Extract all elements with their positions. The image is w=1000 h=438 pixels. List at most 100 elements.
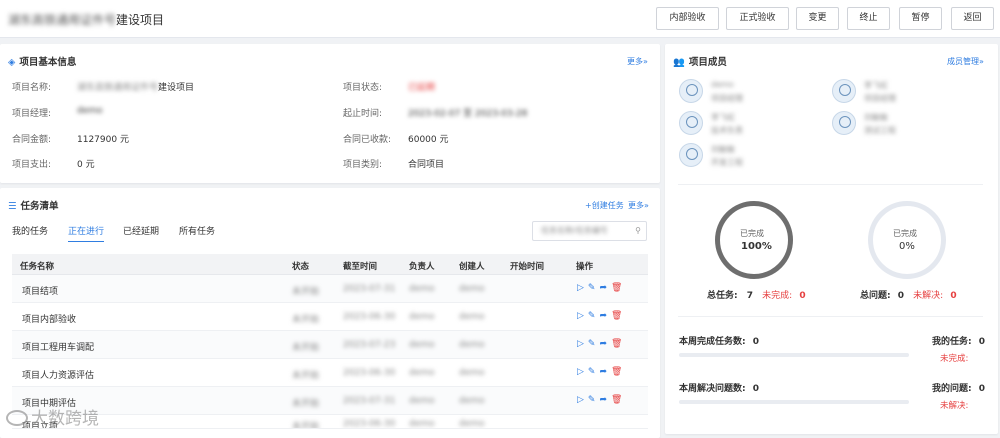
watermark: 大数跨境 [6,404,99,429]
issue-totals: 总问题: 0 未解决: 0 [860,288,957,301]
task-search-input[interactable]: 任务名称/任务编号 ⚲ [532,221,647,241]
my-issues-value: 0 [978,384,986,394]
play-icon[interactable]: ▷ [577,395,584,405]
share-icon[interactable]: ➦ [599,311,607,321]
period-value: 2023-02-07 至 2023-03-28 [408,109,528,119]
task-ring-label: 已完成 [740,229,764,238]
task-ring-value: 100% [741,241,772,252]
top-bar: 湖东高铁通用证件号建设项目 内部验收 正式验收 变更 终止 暂停 返回 [0,0,1000,38]
manager-label: 项目经理: [12,109,52,119]
row-actions: ▷ ✎ ➦ 🗑 [577,395,626,405]
task-creator: demo [459,396,485,406]
task-list-heading: ☰ 任务清单 [8,198,59,212]
terminate-button[interactable]: 终止 [847,7,890,30]
delete-icon[interactable]: 🗑 [611,283,622,293]
my-tasks-value: 0 [978,337,986,347]
task-totals: 总任务: 7 未完成: 0 [707,288,806,301]
week-solved-stat: 本周解决问题数: 0 [679,381,759,394]
avatar [679,143,703,167]
edit-icon[interactable]: ✎ [588,367,596,377]
task-creator: demo [459,340,485,350]
unfinished-value: 0 [799,291,806,301]
task-name: 项目工程用车调配 [22,343,95,353]
search-placeholder: 任务名称/任务编号 [541,226,608,235]
total-issues-label: 总问题: [860,291,891,301]
edit-icon[interactable]: ✎ [588,395,596,405]
task-owner: demo [409,340,435,350]
received-value: 60000 元 [408,135,449,145]
col-owner: 负责人 [409,262,435,272]
task-creator: demo [459,419,485,429]
create-task-link[interactable]: +创建任务 [585,200,624,211]
share-icon[interactable]: ➦ [599,283,607,293]
avatar [679,111,703,135]
tab-all-tasks[interactable]: 所有任务 [179,224,215,237]
type-label: 项目类别: [343,160,383,170]
table-row[interactable]: 项目中期评估 未开始 2023-07-31 demo demo ▷ ✎ ➦ 🗑 [12,387,648,415]
tab-in-progress[interactable]: 正在进行 [68,224,105,242]
table-row[interactable]: 项目工程用车调配 未开始 2023-07-23 demo demo ▷ ✎ ➦ 🗑 [12,331,648,359]
task-name: 项目人力资源评估 [22,371,95,381]
play-icon[interactable]: ▷ [577,367,584,377]
received-label: 合同已收款: [343,135,392,145]
table-row[interactable]: 项目人力资源评估 未开始 2023-06-30 demo demo ▷ ✎ ➦ 🗑 [12,359,648,387]
member-role: 测试工程 [864,126,896,135]
total-issues-value: 0 [897,291,905,301]
total-tasks-label: 总任务: [707,291,738,301]
tab-my-tasks[interactable]: 我的任务 [12,224,48,237]
formal-acceptance-button[interactable]: 正式验收 [726,7,789,30]
delete-icon[interactable]: 🗑 [611,395,622,405]
member-name: demo [711,80,734,89]
edit-icon[interactable]: ✎ [588,339,596,349]
title-blurred: 湖东高铁通用证件号 [8,13,117,27]
table-row[interactable]: 项目内部验收 未开始 2023-06-30 demo demo ▷ ✎ ➦ 🗑 [12,303,648,331]
delete-icon[interactable]: 🗑 [611,367,622,377]
delete-icon[interactable]: 🗑 [611,311,622,321]
edit-icon[interactable]: ✎ [588,311,596,321]
share-icon[interactable]: ➦ [599,395,607,405]
divider [678,316,983,317]
watermark-text: 大数跨境 [31,409,99,429]
tab-delayed[interactable]: 已经延期 [123,224,159,237]
task-owner: demo [409,368,435,378]
edit-icon[interactable]: ✎ [588,283,596,293]
double-chevron-icon: » [643,57,648,66]
week-done-value: 0 [752,337,760,347]
task-owner: demo [409,312,435,322]
task-owner: demo [409,396,435,406]
table-row[interactable]: 项目结项 未开始 2023-07-31 demo demo ▷ ✎ ➦ 🗑 [12,275,648,303]
member-role: 项目经理 [864,94,896,103]
share-icon[interactable]: ➦ [599,339,607,349]
list-icon: ☰ [8,201,17,212]
play-icon[interactable]: ▷ [577,283,584,293]
task-creator: demo [459,368,485,378]
member-manage-link[interactable]: 成员管理» [947,56,984,67]
basic-info-card: ◈ 项目基本信息 更多» 项目名称: 湖东高铁通用证件号建设项目 项目状态: 已延… [0,44,660,183]
task-table: 任务名称 状态 截至时间 负责人 创建人 开始时间 操作 项目结项 未开始 20… [12,254,648,429]
basic-more-link[interactable]: 更多» [627,56,648,67]
my-unfinished-label: 未完成: [940,354,969,364]
project-status-label: 项目状态: [343,83,383,93]
week-solved-progress [679,400,909,404]
total-tasks-value: 7 [746,291,754,301]
change-button[interactable]: 变更 [796,7,839,30]
task-status: 未开始 [292,422,320,429]
pause-button[interactable]: 暂停 [899,7,942,30]
internal-acceptance-button[interactable]: 内部验收 [656,7,719,30]
table-row[interactable]: 项目立项 未开始 2023-06-30 demo demo [12,415,648,429]
my-issues-stat: 我的问题: 0 [932,381,985,394]
play-icon[interactable]: ▷ [577,311,584,321]
my-tasks-stat: 我的任务: 0 [932,334,985,347]
week-done-label: 本周完成任务数: [679,337,746,347]
tasks-more-label: 更多 [628,201,644,210]
title-suffix: 建设项目 [116,13,165,27]
project-name-value: 湖东高铁通用证件号建设项目 [77,80,194,93]
play-icon[interactable]: ▷ [577,339,584,349]
share-icon[interactable]: ➦ [599,367,607,377]
week-done-progress [679,353,909,357]
row-actions: ▷ ✎ ➦ 🗑 [577,339,626,349]
delete-icon[interactable]: 🗑 [611,339,622,349]
tasks-more-link[interactable]: 更多» [628,200,649,211]
table-header: 任务名称 状态 截至时间 负责人 创建人 开始时间 操作 [12,254,648,275]
back-button[interactable]: 返回 [951,7,994,30]
